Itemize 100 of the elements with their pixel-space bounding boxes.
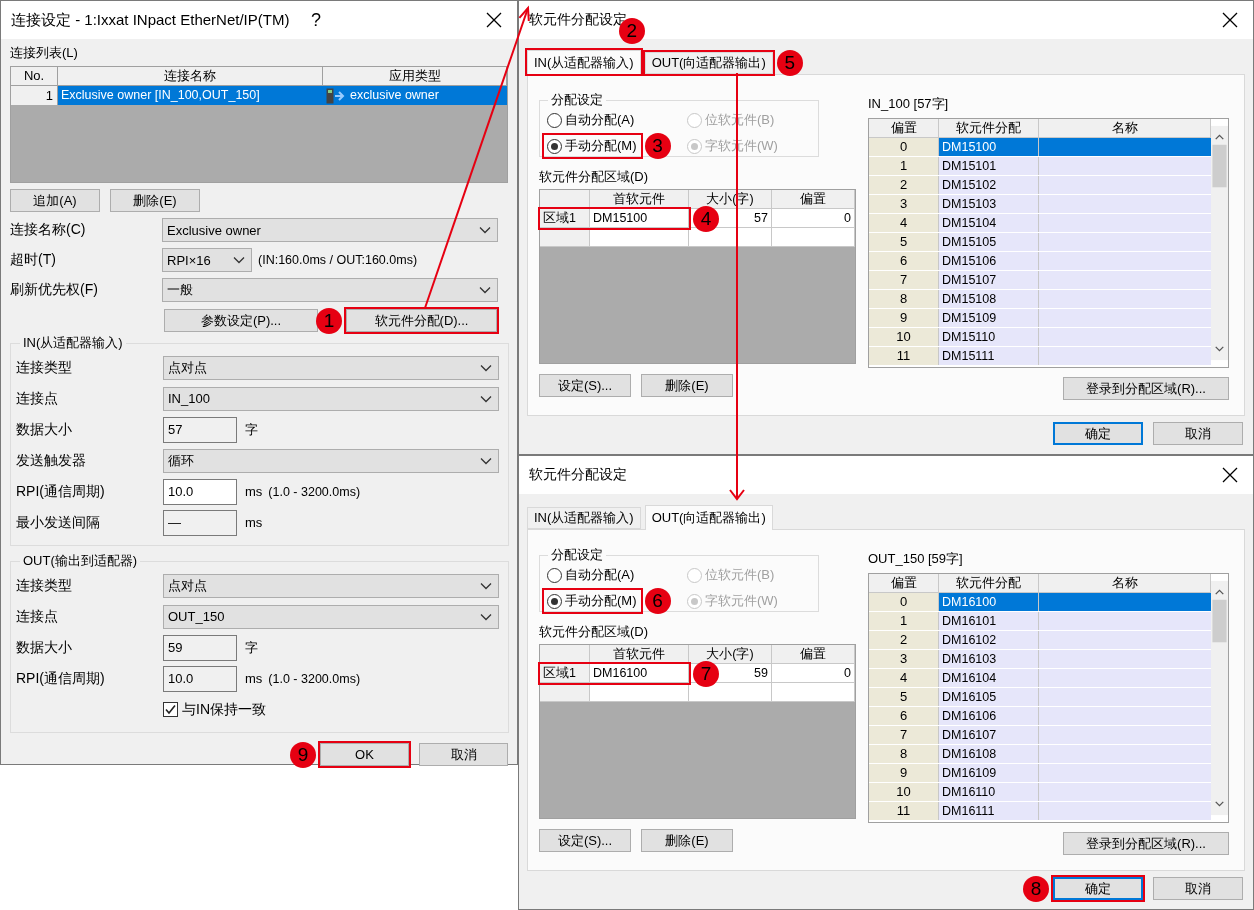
register-button[interactable]: 登录到分配区域(R)... (1063, 832, 1229, 855)
list-row[interactable]: 8 DM16108 (869, 745, 1211, 764)
action-button[interactable]: 参数设定(P)... (164, 309, 318, 332)
table-cell: 4 (869, 214, 939, 232)
table-cell: DM15108 (939, 290, 1039, 308)
dialog-button[interactable]: 取消 (1153, 877, 1243, 900)
table-cell: 2 (869, 631, 939, 649)
radio-label: 手动分配(M) (565, 137, 637, 155)
table-cell-text: Exclusive owner [IN_100,OUT_150] (60, 87, 261, 104)
callout-number: 9 (290, 741, 316, 768)
section-label: 软元件分配区域(D) (539, 623, 650, 639)
table-cell: 10 (869, 783, 939, 801)
dropdown[interactable]: 循环 (163, 448, 499, 473)
list-row[interactable]: 4 DM16104 (869, 669, 1211, 688)
callout-number: 6 (644, 588, 671, 614)
table-cell: 5 (869, 233, 939, 251)
callout-number: 3 (644, 133, 671, 159)
list-title: OUT_150 [59字] (868, 550, 964, 566)
area-button[interactable]: 设定(S)... (539, 374, 631, 397)
device-icon (326, 87, 346, 104)
area-button[interactable]: 删除(E) (641, 829, 733, 852)
dialog-button[interactable]: 确定 (1053, 877, 1143, 900)
area-button[interactable]: 设定(S)... (539, 829, 631, 852)
table-cell: 3 (869, 195, 939, 213)
table-cell: DM15111 (939, 347, 1039, 365)
list-row[interactable]: 0 DM15100 (869, 138, 1211, 157)
list-row[interactable]: 10 DM16110 (869, 783, 1211, 802)
dialog-button[interactable]: 确定 (1053, 422, 1143, 445)
list-row[interactable]: 0 DM16100 (869, 593, 1211, 612)
callout-number: 1 (316, 307, 342, 334)
dropdown[interactable]: 点对点 (163, 355, 499, 380)
radio-button[interactable] (547, 567, 562, 583)
list-row[interactable]: 6 DM15106 (869, 252, 1211, 271)
list-button[interactable]: 删除(E) (110, 189, 200, 212)
dropdown[interactable]: 一般 (162, 278, 498, 302)
list-row[interactable]: 8 DM15108 (869, 290, 1211, 309)
dialog-button[interactable]: OK (320, 743, 409, 766)
close-icon[interactable] (1222, 12, 1238, 28)
tab[interactable]: IN(从适配器输入) (527, 50, 641, 75)
dropdown[interactable]: Exclusive owner (162, 218, 498, 242)
table-cell: 8 (869, 290, 939, 308)
list-row[interactable]: 11 DM15111 (869, 347, 1211, 366)
field-label: 刷新优先权(F) (10, 281, 99, 299)
list-row[interactable]: 11 DM16111 (869, 802, 1211, 821)
help-button[interactable]: ? (301, 5, 331, 35)
dialog-button[interactable]: 取消 (1153, 422, 1243, 445)
list-row[interactable]: 3 DM16103 (869, 650, 1211, 669)
list-row[interactable]: 5 DM15105 (869, 233, 1211, 252)
list-row[interactable]: 1 DM15101 (869, 157, 1211, 176)
radio-label: 位软元件(B) (705, 566, 775, 584)
list-row[interactable]: 5 DM16105 (869, 688, 1211, 707)
register-button[interactable]: 登录到分配区域(R)... (1063, 377, 1229, 400)
list-row[interactable]: 7 DM15107 (869, 271, 1211, 290)
table-cell: DM15105 (939, 233, 1039, 251)
dropdown[interactable]: 点对点 (163, 573, 499, 598)
dropdown[interactable]: RPI×16 (162, 248, 252, 272)
callout-number: 8 (1023, 875, 1049, 902)
checkbox[interactable] (163, 702, 178, 717)
tab[interactable]: OUT(向适配器输出) (644, 52, 773, 74)
radio-button[interactable] (547, 138, 562, 154)
dialog-button[interactable]: 取消 (419, 743, 508, 766)
table-cell: DM15106 (939, 252, 1039, 270)
dropdown[interactable]: IN_100 (163, 386, 499, 411)
list-row[interactable]: 6 DM16106 (869, 707, 1211, 726)
table-cell: 8 (869, 745, 939, 763)
radio-button[interactable] (547, 593, 562, 609)
list-row[interactable]: 10 DM15110 (869, 328, 1211, 347)
list-row[interactable]: 3 DM15103 (869, 195, 1211, 214)
list-row[interactable]: 7 DM16107 (869, 726, 1211, 745)
action-button[interactable]: 软元件分配(D)... (346, 309, 497, 332)
text-field[interactable]: 10.0 (163, 478, 237, 505)
field-label: 连接类型 (16, 358, 73, 377)
list-row[interactable]: 9 DM16109 (869, 764, 1211, 783)
unit-label: 字 (245, 420, 258, 439)
table-cell: DM15110 (939, 328, 1039, 346)
table-cell: 1 (869, 612, 939, 630)
tab[interactable]: IN(从适配器输入) (527, 507, 641, 529)
area-button[interactable]: 删除(E) (641, 374, 733, 397)
list-row[interactable]: 1 DM16101 (869, 612, 1211, 631)
table-row[interactable]: 1 Exclusive owner [IN_100,OUT_150] exclusive owner (11, 86, 507, 105)
list-row[interactable]: 4 DM15104 (869, 214, 1211, 233)
close-icon[interactable] (1222, 467, 1238, 483)
window-title: 软元件分配设定 (529, 466, 627, 484)
group-title: IN(从适配器输入) (22, 334, 124, 352)
list-row[interactable]: 9 DM15109 (869, 309, 1211, 328)
tab[interactable]: OUT(向适配器输出) (644, 505, 773, 530)
dropdown[interactable]: OUT_150 (163, 604, 499, 629)
table-cell: 1 (869, 157, 939, 175)
list-row[interactable]: 2 DM16102 (869, 631, 1211, 650)
table-cell: 7 (869, 726, 939, 744)
table-cell: 0 (869, 593, 939, 611)
row-header: 区域1 (540, 209, 590, 228)
chevron-icon (480, 363, 492, 372)
list-row[interactable]: 2 DM15102 (869, 176, 1211, 195)
list-button[interactable]: 追加(A) (10, 189, 100, 212)
radio-button[interactable] (547, 112, 562, 128)
radio-label: 自动分配(A) (565, 111, 635, 129)
table-cell: DM16100 (939, 593, 1039, 611)
close-icon[interactable] (486, 12, 502, 28)
chevron-icon (479, 286, 491, 294)
